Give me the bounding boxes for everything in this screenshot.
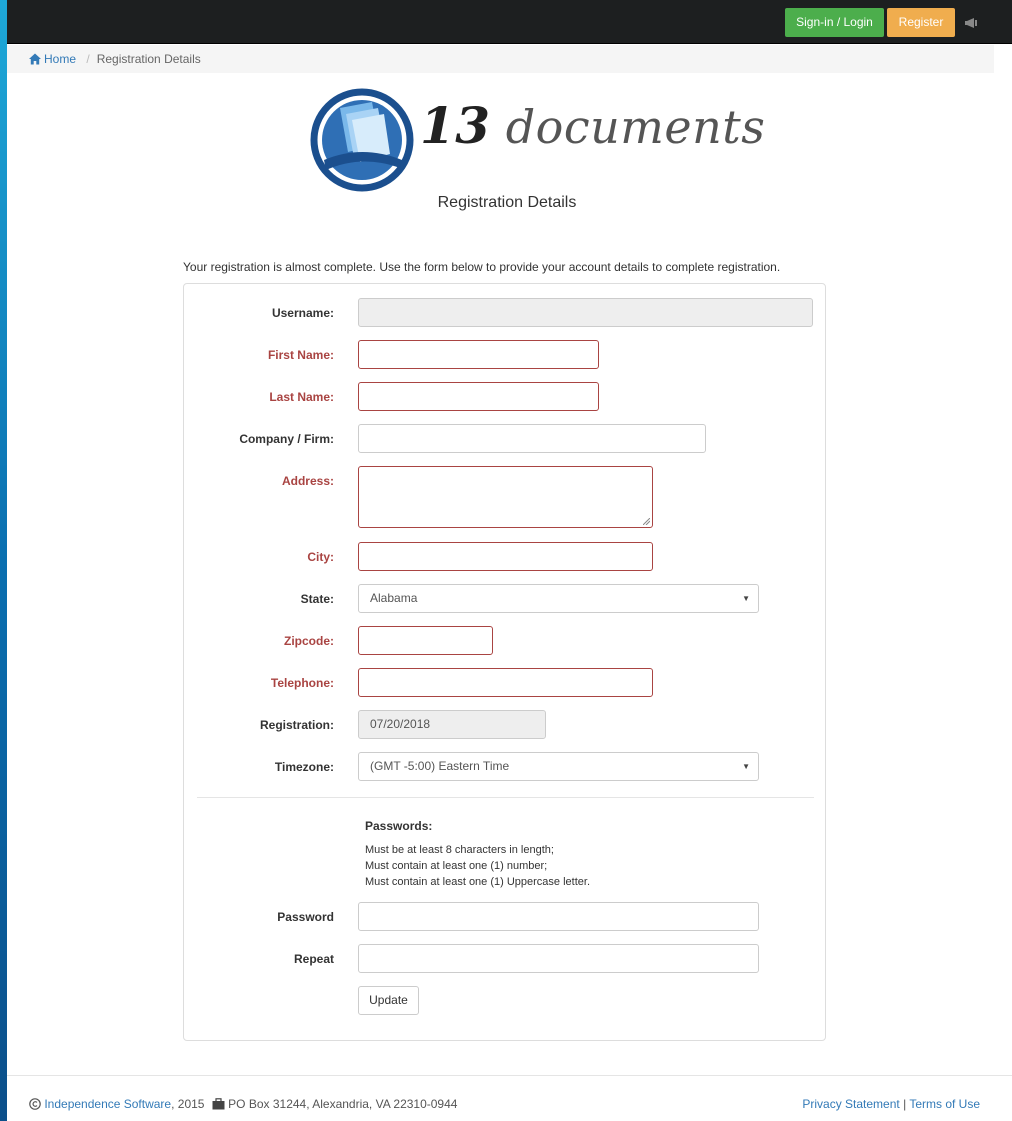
footer-copyright: Independence Software, 2015 PO Box 31244… <box>29 1097 457 1111</box>
telephone-field[interactable] <box>358 668 653 697</box>
state-select[interactable]: Alabama ▼ <box>358 584 759 613</box>
divider <box>197 797 814 798</box>
username-label: Username: <box>271 306 334 320</box>
username-field[interactable] <box>358 298 813 327</box>
logo-globe-icon <box>310 88 414 192</box>
logo-text: 13 documents <box>420 96 765 155</box>
address-label: Address: <box>281 474 334 488</box>
logo-number: 13 <box>420 96 491 155</box>
privacy-link[interactable]: Privacy Statement <box>802 1097 899 1111</box>
first-name-field[interactable] <box>358 340 599 369</box>
chevron-down-icon: ▼ <box>742 762 750 771</box>
city-label: City: <box>307 550 334 564</box>
breadcrumb-home-label[interactable]: Home <box>44 52 76 66</box>
timezone-select[interactable]: (GMT -5:00) Eastern Time ▼ <box>358 752 759 781</box>
resize-handle-icon[interactable] <box>643 518 650 525</box>
zipcode-field[interactable] <box>358 626 493 655</box>
page-title: Registration Details <box>437 194 577 211</box>
page: Sign-in / Login Register Home / Registrat… <box>7 0 1012 1121</box>
password-rule: Must be at least 8 characters in length; <box>365 844 554 856</box>
top-navbar: Sign-in / Login Register <box>7 0 1012 44</box>
register-button[interactable]: Register <box>887 8 955 37</box>
password-field[interactable] <box>358 902 759 931</box>
state-label: State: <box>300 592 334 606</box>
repeat-password-field[interactable] <box>358 944 759 973</box>
megaphone-icon[interactable] <box>965 16 981 30</box>
registration-form: Username: First Name: Last Name: Company… <box>183 283 826 1041</box>
home-icon <box>29 53 41 65</box>
last-name-field[interactable] <box>358 382 599 411</box>
logo-word: documents <box>505 100 766 154</box>
company-label: Company / Firm: <box>239 432 334 446</box>
passwords-heading: Passwords: <box>365 819 433 833</box>
registration-date-field[interactable]: 07/20/2018 <box>358 710 546 739</box>
timezone-label: Timezone: <box>274 760 334 774</box>
copyright-icon <box>29 1098 41 1110</box>
footer-divider <box>7 1075 1012 1076</box>
logo[interactable]: 13 documents <box>310 88 765 194</box>
first-name-label: First Name: <box>267 348 334 362</box>
terms-link[interactable]: Terms of Use <box>909 1097 980 1111</box>
company-link[interactable]: Independence Software <box>44 1097 171 1111</box>
breadcrumb: Home / Registration Details <box>7 45 994 73</box>
footer-separator: | <box>899 1097 910 1111</box>
breadcrumb-current: Registration Details <box>96 52 201 66</box>
registration-label: Registration: <box>259 718 334 732</box>
timezone-selected: (GMT -5:00) Eastern Time <box>370 759 510 773</box>
footer-year: , 2015 <box>171 1097 205 1111</box>
address-textarea[interactable] <box>358 466 653 528</box>
footer-address: PO Box 31244, Alexandria, VA 22310-0944 <box>228 1097 458 1111</box>
company-field[interactable] <box>358 424 706 453</box>
state-selected: Alabama <box>370 591 418 605</box>
password-rule: Must contain at least one (1) number; <box>365 860 548 872</box>
update-button[interactable]: Update <box>358 986 419 1015</box>
breadcrumb-separator: / <box>86 52 90 66</box>
telephone-label: Telephone: <box>270 676 334 690</box>
repeat-label: Repeat <box>293 952 334 966</box>
chevron-down-icon: ▼ <box>742 594 750 603</box>
breadcrumb-home[interactable]: Home <box>29 52 79 66</box>
password-rule: Must contain at least one (1) Uppercase … <box>365 876 591 888</box>
zipcode-label: Zipcode: <box>284 634 334 648</box>
city-field[interactable] <box>358 542 653 571</box>
briefcase-icon <box>212 1098 225 1110</box>
footer-links: Privacy Statement | Terms of Use <box>802 1097 980 1111</box>
signin-button[interactable]: Sign-in / Login <box>785 8 884 37</box>
password-label: Password <box>277 910 334 924</box>
intro-text: Your registration is almost complete. Us… <box>183 260 781 274</box>
last-name-label: Last Name: <box>269 390 334 404</box>
